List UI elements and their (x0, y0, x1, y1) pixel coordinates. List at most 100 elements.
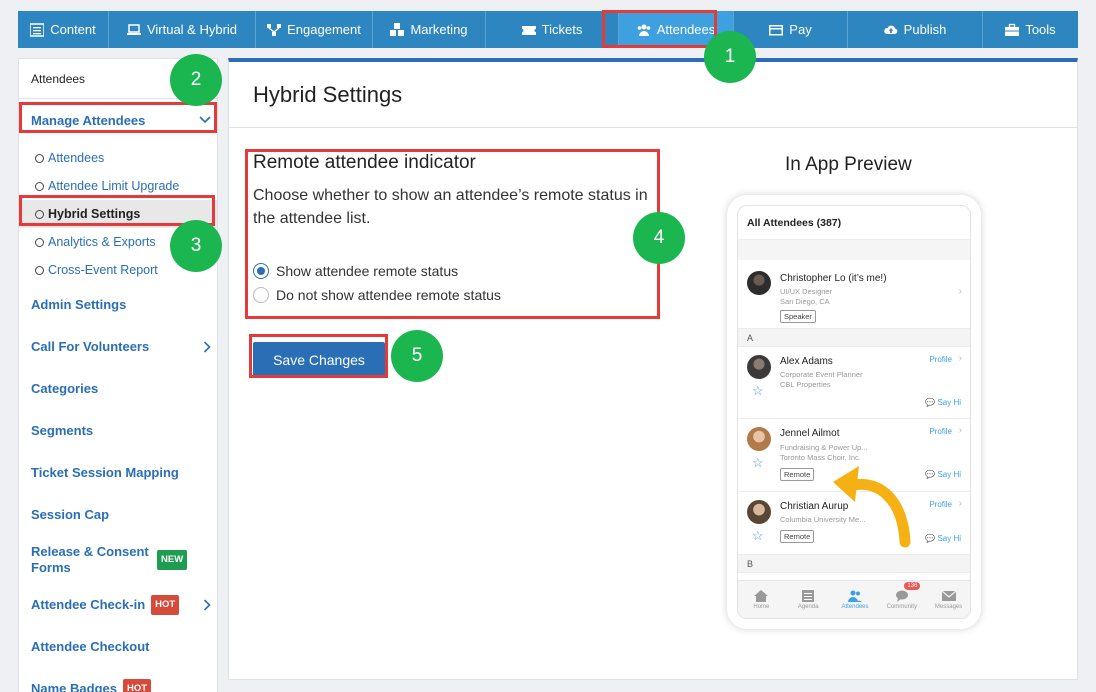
nav-engagement[interactable]: Engagement (256, 11, 373, 48)
avatar (747, 500, 771, 524)
sidebar-item-release-consent[interactable]: Release & Consent Forms NEW (19, 536, 217, 584)
say-hi-link: 💬 Say Hi (925, 534, 961, 543)
sidebar-item-admin-settings[interactable]: Admin Settings (19, 284, 217, 326)
sidebar-manage-label: Manage Attendees (31, 112, 146, 128)
sidebar: Attendees Manage Attendees Attendees Att… (18, 58, 218, 692)
pointer-arrow-icon (833, 466, 911, 548)
community-count-badge: 136 (904, 582, 921, 590)
nav-publish[interactable]: Publish (848, 11, 983, 48)
top-navigation: Content Virtual & Hybrid Engagement Mark… (18, 11, 1078, 48)
card-icon (769, 24, 784, 35)
sidebar-sub-attendees[interactable]: Attendees (19, 144, 217, 172)
step-marker-1: 1 (704, 31, 756, 83)
sidebar-item-ticket-session-mapping[interactable]: Ticket Session Mapping (19, 452, 217, 494)
star-icon: ☆ (752, 528, 764, 543)
calendar-icon (802, 589, 815, 602)
sidebar-item-check-in[interactable]: Attendee Check-in HOT (19, 584, 217, 626)
home-icon (754, 589, 769, 602)
sidebar-sub-limit-upgrade[interactable]: Attendee Limit Upgrade (19, 172, 217, 200)
bullet-icon (35, 153, 44, 163)
phone-screen: All Attendees (387) Christopher Lo (it’s… (737, 205, 971, 619)
preview-person-card: ☆ Alex Adams Corporate Event Planner CBL… (738, 347, 970, 419)
nav-marketing[interactable]: Marketing (373, 11, 486, 48)
preview-person-title: UI/UX Designer (780, 287, 833, 296)
say-hi-link: 💬 Say Hi (925, 398, 961, 407)
bullet-icon (35, 265, 44, 275)
option-label: Do not show attendee remote status (276, 287, 501, 303)
profile-link: Profile (929, 355, 952, 364)
preview-person-location: San Diego, CA (780, 297, 830, 306)
remote-tag: Remote (780, 530, 815, 543)
preview-person-title: Corporate Event Planner (780, 370, 863, 379)
sidebar-item-session-cap[interactable]: Session Cap (19, 494, 217, 536)
list-icon (30, 22, 45, 37)
profile-link: Profile (929, 427, 952, 436)
nav-tools-label: Tools (1025, 22, 1056, 37)
preview-person-company: CBL Properties (780, 380, 831, 389)
sidebar-item-label: Call For Volunteers (31, 339, 150, 354)
remote-indicator-description: Choose whether to show an attendee’s rem… (253, 187, 648, 227)
chevron-right-icon (203, 341, 211, 353)
chevron-right-icon: › (958, 425, 962, 436)
section-header-b: B (738, 555, 970, 573)
nav-publish-label: Publish (903, 22, 947, 37)
new-badge: NEW (157, 550, 188, 570)
sidebar-item-categories[interactable]: Categories (19, 368, 217, 410)
option-hide-remote[interactable]: Do not show attendee remote status (253, 287, 501, 303)
nav-virtual-hybrid-label: Virtual & Hybrid (146, 22, 238, 37)
sidebar-item-segments[interactable]: Segments (19, 410, 217, 452)
nav-marketing-label: Marketing (410, 22, 468, 37)
step-marker-3: 3 (170, 220, 222, 272)
phone-preview: All Attendees (387) Christopher Lo (it’s… (727, 195, 981, 629)
sidebar-item-label: Release & Consent Forms (31, 544, 149, 575)
preview-tab-agenda: Agenda (785, 581, 832, 618)
sidebar-item-name-badges[interactable]: Name Badges HOT (19, 668, 217, 692)
radio-button-checked[interactable] (253, 263, 269, 279)
star-icon: ☆ (752, 455, 764, 470)
chevron-right-icon: › (958, 353, 962, 364)
preview-spacer (738, 240, 970, 260)
preview-tab-home: Home (738, 581, 785, 618)
say-hi-label: Say Hi (937, 470, 961, 479)
star-icon: ☆ (752, 383, 764, 398)
step-marker-5: 5 (391, 330, 443, 382)
save-changes-button[interactable]: Save Changes (253, 342, 385, 378)
users-icon (637, 24, 651, 36)
avatar (747, 355, 771, 379)
say-hi-label: Say Hi (937, 398, 961, 407)
avatar (747, 271, 771, 295)
sidebar-manage-attendees[interactable]: Manage Attendees (19, 103, 217, 137)
preview-tab-label: Community (886, 603, 917, 610)
envelope-icon (941, 590, 956, 601)
hot-badge: HOT (151, 595, 180, 615)
step-marker-2: 2 (170, 54, 222, 106)
radio-button[interactable] (253, 287, 269, 303)
preview-person-name: Christopher Lo (it’s me!) (780, 273, 887, 284)
preview-header: All Attendees (387) (738, 206, 970, 240)
nav-virtual-hybrid[interactable]: Virtual & Hybrid (109, 11, 256, 48)
sidebar-sub-label: Hybrid Settings (48, 207, 141, 221)
nav-tickets[interactable]: Tickets (486, 11, 619, 48)
nav-pay-label: Pay (789, 22, 812, 37)
preview-tab-attendees: Attendees (832, 581, 879, 618)
preview-me-card: Christopher Lo (it’s me!) UI/UX Designer… (738, 260, 970, 329)
page-title: Hybrid Settings (229, 62, 1077, 128)
cloud-upload-icon (883, 25, 897, 34)
option-label: Show attendee remote status (276, 263, 459, 279)
bullet-icon (35, 181, 44, 191)
sidebar-item-call-for-volunteers[interactable]: Call For Volunteers (19, 326, 217, 368)
sidebar-item-checkout[interactable]: Attendee Checkout (19, 626, 217, 668)
nav-engagement-label: Engagement (287, 22, 361, 37)
speaker-tag: Speaker (780, 310, 816, 323)
sidebar-item-label: Segments (31, 423, 94, 438)
avatar (747, 427, 771, 451)
sidebar-item-label: Ticket Session Mapping (31, 465, 179, 480)
chevron-right-icon: › (958, 286, 962, 297)
option-show-remote[interactable]: Show attendee remote status (253, 263, 458, 279)
nav-tools[interactable]: Tools (983, 11, 1078, 48)
nav-content[interactable]: Content (18, 11, 109, 48)
nav-attendees-label: Attendees (656, 22, 716, 37)
section-header-a: A (738, 329, 970, 347)
nav-tickets-label: Tickets (541, 22, 583, 37)
preview-tab-community: 136 Community (878, 581, 925, 618)
